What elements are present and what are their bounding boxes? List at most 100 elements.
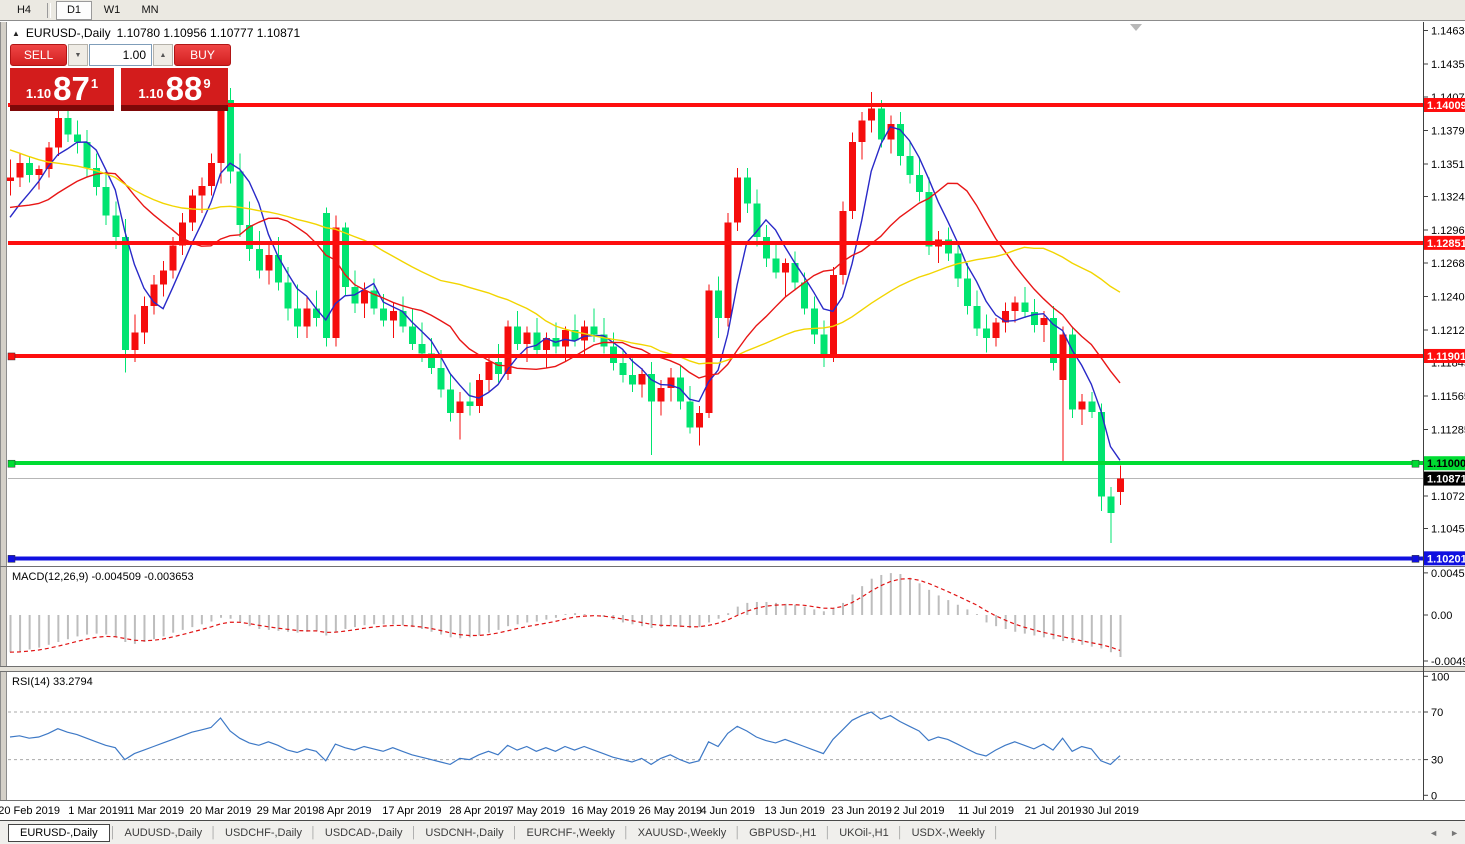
buy-price-sup: 9 [203,76,210,91]
price-level-label: 1.11901 [1424,349,1465,363]
candle [112,216,119,237]
y-axis-label: 1.10450 [1431,524,1465,536]
candle [476,380,483,406]
x-axis-date-label: 23 Jun 2019 [831,805,892,817]
chart-title: ▲ EURUSD-,Daily 1.10780 1.10956 1.10777 … [12,26,300,40]
x-axis-date-label: 29 Mar 2019 [257,805,319,817]
candle [973,306,980,329]
tab-separator: │ [824,827,831,839]
chart-tab-EURUSD-Daily[interactable]: EURUSD-,Daily [8,824,110,842]
y-axis-label: 1.14355 [1431,59,1465,71]
volume-decrease-button[interactable]: ▼ [68,44,88,66]
rsi-axis-label: 70 [1431,707,1443,719]
tab-scroll-right-icon[interactable]: ► [1450,828,1459,838]
tab-scroll-left-icon[interactable]: ◄ [1429,828,1438,838]
candle [64,118,71,135]
svg-text:1.11000: 1.11000 [1427,458,1465,470]
y-axis-label: 1.11565 [1431,391,1465,403]
rsi-axis-label: 0 [1431,790,1437,802]
x-axis-date-label: 17 Apr 2019 [382,805,441,817]
chart-tab-USDCHF-Daily[interactable]: USDCHF-,Daily [217,825,310,841]
x-axis-date-label: 28 Apr 2019 [449,805,508,817]
line-handle[interactable] [8,555,15,562]
rsi-axis-label: 100 [1431,671,1449,683]
ohlc-values: 1.10780 1.10956 1.10777 1.10871 [117,26,301,40]
tab-separator: │ [734,827,741,839]
candle [1079,401,1086,409]
macd-axis-label: 0.00 [1431,610,1452,622]
sell-price-display[interactable]: 1.10 87 1 [10,68,114,111]
sell-button[interactable]: SELL [10,44,67,66]
x-axis-date-label: 11 Jul 2019 [958,805,1014,817]
price-level-label: 1.10871 [1424,472,1465,486]
rsi-indicator-label: RSI(14) 33.2794 [12,676,93,688]
line-handle[interactable] [8,353,15,360]
candle [198,186,205,196]
rsi-axis-label: 30 [1431,755,1443,767]
candle [256,249,263,270]
chart-tab-USDX-Weekly[interactable]: USDX-,Weekly [904,825,993,841]
collapse-panel-icon[interactable]: ▲ [12,29,20,38]
candle [457,401,464,413]
buy-price-display[interactable]: 1.10 88 9 [121,68,228,111]
candle [1021,303,1028,313]
price-level-label: 1.14009 [1424,98,1465,112]
chart-tab-EURCHF-Weekly[interactable]: EURCHF-,Weekly [518,825,622,841]
candle [801,282,808,308]
svg-text:1.10871: 1.10871 [1427,474,1465,486]
candle [447,389,454,413]
candle [916,175,923,192]
tab-separator: │ [411,827,418,839]
chart-tab-GBPUSD-H1[interactable]: GBPUSD-,H1 [741,825,824,841]
candle [304,308,311,326]
candle [141,306,148,332]
candle [993,323,1000,338]
candle [524,332,531,344]
svg-text:1.11901: 1.11901 [1427,351,1465,363]
candle [438,368,445,389]
line-handle[interactable] [1412,460,1419,467]
candle [830,275,837,356]
macd-axis-label: -0.00494 [1431,656,1465,668]
buy-button[interactable]: BUY [174,44,231,66]
chart-tab-USDCAD-Daily[interactable]: USDCAD-,Daily [317,825,411,841]
candle [734,178,741,223]
candle [466,401,473,406]
svg-text:1.12851: 1.12851 [1427,238,1465,250]
chart-canvas[interactable]: 1.146351.143551.140751.137951.135151.132… [0,0,1465,844]
volume-input[interactable] [89,44,152,66]
candle [227,100,234,171]
candle [1088,401,1095,412]
chart-tab-AUDUSD-Daily[interactable]: AUDUSD-,Daily [117,825,211,841]
candle [160,270,167,284]
candle [285,282,292,308]
y-axis-label: 1.13795 [1431,125,1465,137]
x-axis-date-label: 7 May 2019 [508,805,565,817]
spin-down-icon: ▼ [75,52,82,59]
chart-tab-USDCNH-Daily[interactable]: USDCNH-,Daily [417,825,511,841]
candle [361,291,368,304]
candle [36,169,43,175]
line-handle[interactable] [8,460,15,467]
candle [619,363,626,375]
candle [849,142,856,211]
line-handle[interactable] [1412,555,1419,562]
candle [7,178,14,182]
macd-axis-label: 0.004524 [1431,568,1465,580]
candle [390,311,397,321]
candle [533,332,540,350]
candle [265,255,272,270]
price-level-label: 1.11000 [1424,456,1465,470]
buy-price-big: 88 [166,74,203,104]
candle [715,291,722,318]
candle [658,388,665,401]
volume-increase-button[interactable]: ▲ [153,44,173,66]
candle [275,255,282,282]
candle [131,332,138,350]
x-axis-date-label: 20 Feb 2019 [0,805,60,817]
candle [418,344,425,354]
candle [983,329,990,339]
chart-tab-UKOil-H1[interactable]: UKOil-,H1 [831,825,897,841]
candle [686,401,693,427]
chart-tab-XAUUSD-Weekly[interactable]: XAUUSD-,Weekly [630,825,734,841]
